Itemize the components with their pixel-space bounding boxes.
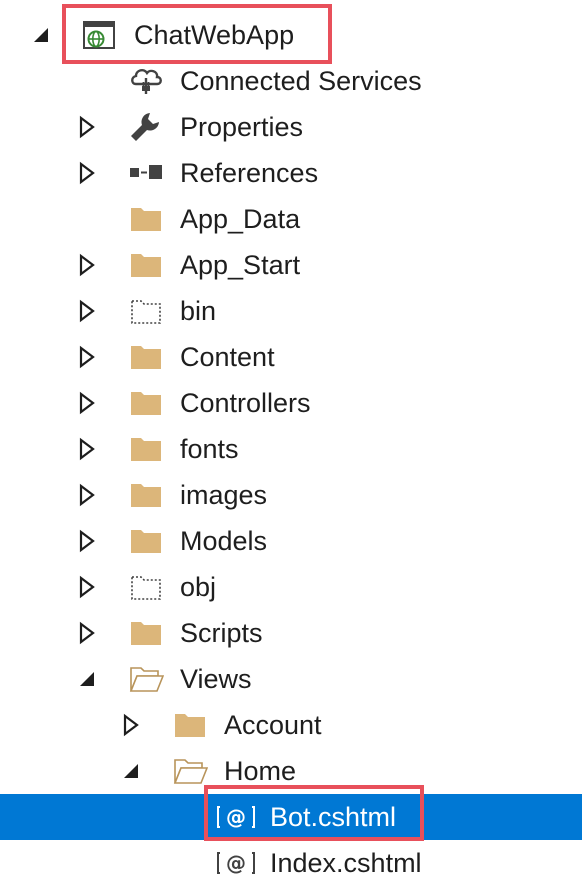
expanded-arrow-icon[interactable] [76,656,100,702]
tree-item-label: Home [224,756,297,786]
razor-file-icon: @ [216,846,255,880]
folder-icon [128,248,164,282]
tree-item-obj[interactable]: obj [0,564,582,610]
folder-icon [128,432,164,466]
folder-icon [128,616,164,650]
collapsed-arrow-icon[interactable] [76,334,100,380]
tree-item-label: obj [180,572,217,602]
collapsed-arrow-icon[interactable] [76,472,100,518]
open-folder-icon [128,662,164,696]
folder-icon [128,524,164,558]
tree-item-app-data[interactable]: App_Data [0,196,582,242]
folder-icon [172,708,208,742]
tree-item-label: ChatWebApp [134,20,295,50]
tree-item-bot-cshtml[interactable]: @ Bot.cshtml [0,794,582,840]
tree-item-scripts[interactable]: Scripts [0,610,582,656]
tree-item-images[interactable]: images [0,472,582,518]
tree-item-properties[interactable]: Properties [0,104,582,150]
tree-item-label: Models [180,526,268,556]
tree-item-content[interactable]: Content [0,334,582,380]
tree-item-controllers[interactable]: Controllers [0,380,582,426]
tree-item-label: Account [224,710,322,740]
tree-item-label: App_Start [180,250,301,280]
collapsed-arrow-icon[interactable] [76,288,100,334]
collapsed-arrow-icon[interactable] [76,150,100,196]
tree-item-label: Content [180,342,275,372]
expanded-arrow-icon[interactable] [120,748,144,794]
tree-item-label: Views [180,664,252,694]
tree-item-label: Properties [180,112,304,142]
tree-item-label: Scripts [180,618,263,648]
collapsed-arrow-icon[interactable] [120,702,144,748]
tree-item-label: Index.cshtml [270,848,422,878]
solution-explorer-tree: ChatWebApp Connected Services Properties [0,0,582,887]
collapsed-arrow-icon[interactable] [76,242,100,288]
tree-item-label: References [180,158,319,188]
tree-item-app-start[interactable]: App_Start [0,242,582,288]
folder-icon [128,202,164,236]
collapsed-arrow-icon[interactable] [76,426,100,472]
expanded-arrow-icon[interactable] [30,12,54,58]
tree-item-bin[interactable]: bin [0,288,582,334]
dotted-folder-icon [128,294,164,328]
web-project-icon [82,18,118,52]
tree-item-label: bin [180,296,217,326]
collapsed-arrow-icon[interactable] [76,564,100,610]
tree-item-label: images [180,480,268,510]
svg-text:@: @ [226,851,246,875]
tree-item-label: Connected Services [180,66,422,96]
tree-item-project-chatwebapp[interactable]: ChatWebApp [0,12,582,58]
folder-icon [128,386,164,420]
tree-item-label: Bot.cshtml [270,802,397,832]
tree-item-account[interactable]: Account [0,702,582,748]
tree-item-home[interactable]: Home [0,748,582,794]
collapsed-arrow-icon[interactable] [76,104,100,150]
collapsed-arrow-icon[interactable] [76,518,100,564]
tree-item-references[interactable]: References [0,150,582,196]
folder-icon [128,478,164,512]
connected-services-icon [128,64,164,98]
folder-icon [128,340,164,374]
tree-item-label: fonts [180,434,239,464]
references-icon [128,156,164,190]
svg-text:@: @ [226,805,246,829]
tree-item-label: Controllers [180,388,311,418]
wrench-icon [128,110,164,144]
tree-item-fonts[interactable]: fonts [0,426,582,472]
tree-item-connected-services[interactable]: Connected Services [0,58,582,104]
dotted-folder-icon [128,570,164,604]
collapsed-arrow-icon[interactable] [76,610,100,656]
open-folder-icon [172,754,208,788]
tree-item-views[interactable]: Views [0,656,582,702]
tree-item-index-cshtml[interactable]: @ Index.cshtml [0,840,582,886]
collapsed-arrow-icon[interactable] [76,380,100,426]
tree-item-models[interactable]: Models [0,518,582,564]
tree-item-label: App_Data [180,204,301,234]
razor-file-icon: @ [216,800,255,834]
